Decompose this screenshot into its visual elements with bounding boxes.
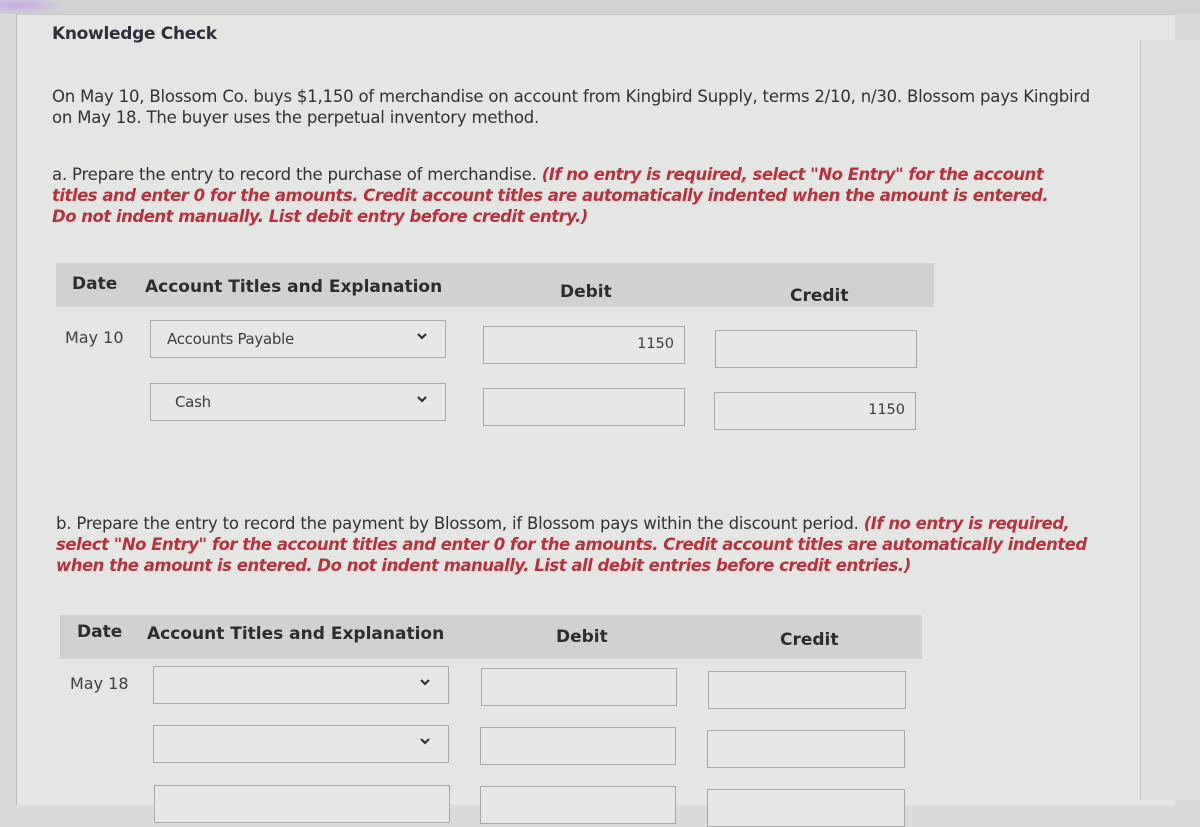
right-margin-panel <box>1140 40 1200 800</box>
problem-line-1: On May 10, Blossom Co. buys $1,150 of me… <box>52 87 1090 106</box>
part-b-question: b. Prepare the entry to record the payme… <box>56 513 1096 576</box>
part-a-header-date: Date <box>72 274 118 294</box>
problem-line-2: on May 18. The buyer uses the perpetual … <box>52 108 540 127</box>
chevron-down-icon <box>420 679 430 686</box>
part-a-header-credit: Credit <box>790 286 849 306</box>
part-b-header-account: Account Titles and Explanation <box>147 624 445 644</box>
part-a-row-1-debit-input[interactable]: 1150 <box>483 326 685 364</box>
top-bar-decoration <box>0 0 60 14</box>
chevron-down-icon <box>420 738 430 745</box>
part-a-row-1-date: May 10 <box>65 328 124 347</box>
part-b-row-3-account-select[interactable] <box>154 785 450 823</box>
part-b-row-3-credit-input[interactable] <box>707 789 905 827</box>
part-a-row-2-credit-input[interactable]: 1150 <box>714 392 916 430</box>
part-a-row-2-account-value: Cash <box>175 393 211 411</box>
part-a-question: a. Prepare the entry to record the purch… <box>52 164 1072 227</box>
chevron-down-icon <box>417 396 427 403</box>
part-a-row-1-account-select[interactable]: Accounts Payable <box>150 320 446 358</box>
part-b-row-2-credit-input[interactable] <box>707 730 905 768</box>
problem-statement: On May 10, Blossom Co. buys $1,150 of me… <box>52 86 1132 128</box>
part-b-row-2-debit-input[interactable] <box>480 727 676 765</box>
part-b-row-1-account-select[interactable] <box>153 666 449 704</box>
part-b-row-3-debit-input[interactable] <box>480 786 676 824</box>
part-b-row-1-debit-input[interactable] <box>481 668 677 706</box>
part-b-header-credit: Credit <box>780 630 839 650</box>
page-title: Knowledge Check <box>52 24 217 44</box>
part-a-row-1-credit-input[interactable] <box>715 330 917 368</box>
part-a-header-debit: Debit <box>560 282 612 302</box>
part-b-row-2-account-select[interactable] <box>153 725 449 763</box>
top-bar <box>0 0 1200 14</box>
part-b-header-debit: Debit <box>556 627 608 647</box>
part-b-prompt: b. Prepare the entry to record the payme… <box>56 514 859 533</box>
part-a-row-1-debit-value: 1150 <box>637 336 674 352</box>
part-a-header-account: Account Titles and Explanation <box>145 277 443 297</box>
part-b-header-date: Date <box>77 622 123 642</box>
part-b-row-1-date: May 18 <box>70 674 129 693</box>
part-a-prompt: a. Prepare the entry to record the purch… <box>52 165 537 184</box>
part-a-row-2-credit-value: 1150 <box>868 402 905 418</box>
part-a-row-2-debit-input[interactable] <box>483 388 685 426</box>
part-b-row-1-credit-input[interactable] <box>708 671 906 709</box>
part-a-row-1-account-value: Accounts Payable <box>167 330 294 348</box>
chevron-down-icon <box>417 333 427 340</box>
part-a-row-2-account-select[interactable]: Cash <box>150 383 446 421</box>
